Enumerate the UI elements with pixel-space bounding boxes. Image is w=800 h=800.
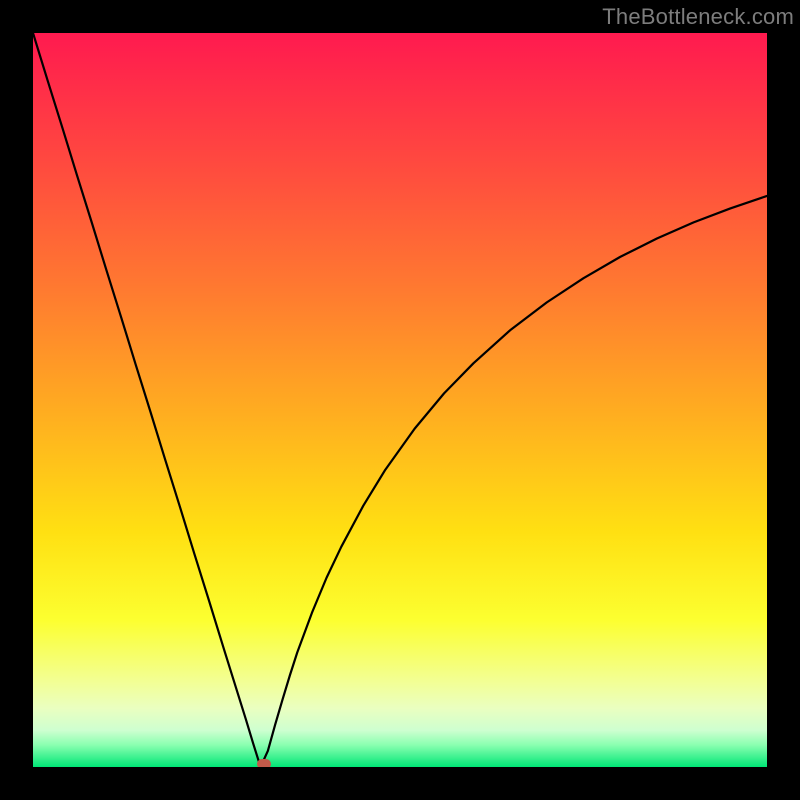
bottleneck-curve [33,33,767,767]
minimum-marker [257,759,271,767]
plot-area [33,33,767,767]
chart-frame: TheBottleneck.com [0,0,800,800]
watermark-text: TheBottleneck.com [602,4,794,30]
